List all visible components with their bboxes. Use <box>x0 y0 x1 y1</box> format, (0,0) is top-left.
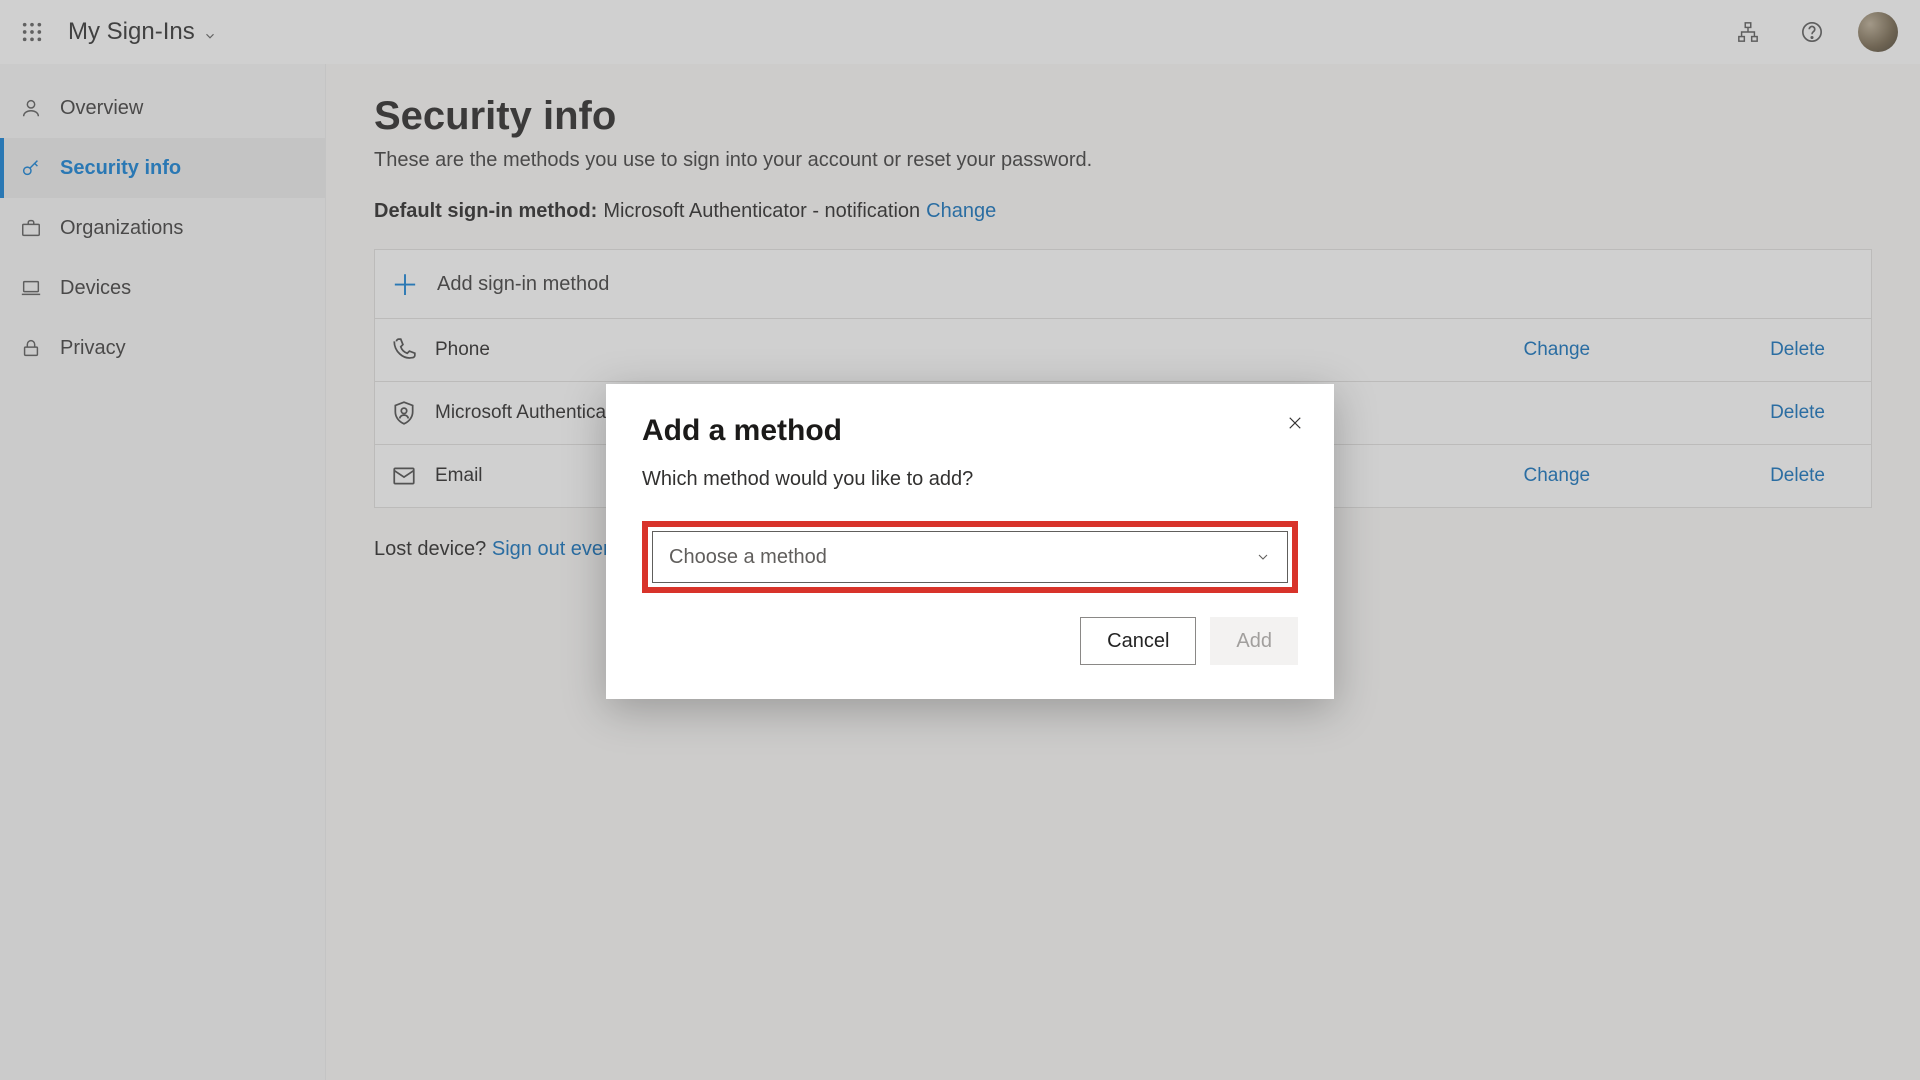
highlight-annotation: Choose a method <box>642 521 1298 593</box>
modal-subtitle: Which method would you like to add? <box>642 468 1298 491</box>
cancel-button-label: Cancel <box>1107 630 1169 653</box>
close-button[interactable] <box>1286 414 1304 432</box>
modal-title: Add a method <box>642 414 1298 448</box>
cancel-button[interactable]: Cancel <box>1080 617 1196 665</box>
dropdown-placeholder: Choose a method <box>669 546 827 569</box>
method-dropdown[interactable]: Choose a method <box>652 531 1288 583</box>
add-button-label: Add <box>1236 630 1272 653</box>
modal-buttons: Cancel Add <box>642 617 1298 665</box>
add-method-modal: Add a method Which method would you like… <box>606 384 1334 699</box>
add-button: Add <box>1210 617 1298 665</box>
close-icon <box>1286 414 1304 432</box>
chevron-down-icon <box>1255 549 1271 565</box>
